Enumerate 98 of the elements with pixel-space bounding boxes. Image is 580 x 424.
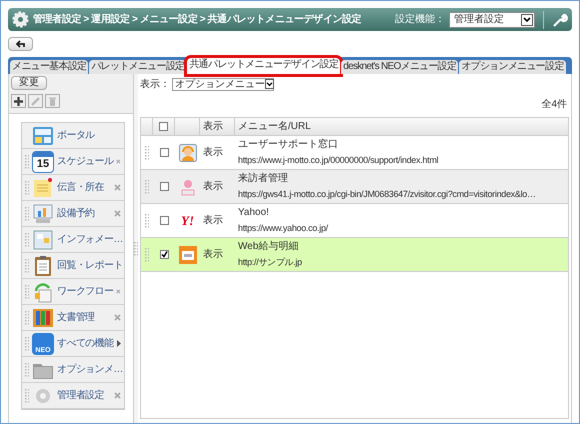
drag-handle-icon[interactable] [145, 214, 149, 228]
checkbox[interactable] [160, 148, 168, 157]
delete-button[interactable] [45, 94, 60, 108]
menu-url: http://サンプル.jp [238, 256, 302, 270]
workflow-icon [32, 280, 54, 302]
drag-handle-icon[interactable] [145, 180, 149, 194]
visibility-cell-text: 表示 [202, 180, 224, 194]
filter-select[interactable]: オプションメニュー [172, 78, 274, 90]
back-arrow-icon [16, 40, 26, 48]
function-select[interactable]: 管理者設定 [449, 12, 535, 28]
close-icon[interactable] [116, 158, 121, 165]
browser-window-icon [178, 246, 196, 264]
close-icon[interactable] [116, 288, 121, 295]
back-button[interactable] [8, 37, 33, 51]
dashboard-icon [32, 124, 54, 146]
drag-handle-icon[interactable] [134, 242, 138, 256]
menu-item-label: 管理者設定 [57, 388, 106, 403]
menu-item[interactable]: 回覧・レポート [22, 253, 124, 279]
close-icon[interactable] [114, 392, 121, 399]
bulletin-board-icon [32, 228, 54, 250]
table-row[interactable]: 表示 ユーザーサポート窓口 https://www.j-motto.co.jp/00000000/support/index.html [141, 136, 568, 170]
drag-handle-icon[interactable] [25, 154, 29, 168]
wrench-icon[interactable] [552, 12, 568, 28]
tab[interactable]: desknet's NEOメニュー設定 [341, 60, 458, 74]
drag-handle-icon[interactable] [25, 180, 29, 194]
check-icon [160, 251, 168, 258]
breadcrumb: 管理者設定 > 運用設定 > メニュー設定 > 共通パレットメニューデザイン設定 [33, 12, 362, 27]
menu-item[interactable]: ワークフロー [22, 279, 124, 305]
close-icon[interactable] [114, 210, 121, 217]
drag-handle-icon[interactable] [25, 258, 29, 272]
menu-item[interactable]: 文書管理 [22, 305, 124, 331]
select-all-checkbox[interactable] [159, 122, 168, 131]
pencil-icon [31, 96, 40, 106]
drag-handle-icon[interactable] [145, 248, 149, 262]
menu-name: Web給与明細 [238, 240, 300, 254]
menu-item[interactable]: オプションメ… [22, 357, 124, 383]
checkbox[interactable] [160, 216, 168, 225]
menu-item-label: 文書管理 [57, 310, 96, 325]
item-count: 全4件 [541, 98, 567, 112]
menu-url: https://www.j-motto.co.jp/00000000/support/index.html [238, 154, 438, 168]
drag-handle-icon[interactable] [25, 388, 29, 402]
menu-item-label: ポータル [57, 129, 96, 143]
menu-item[interactable]: 15 スケジュール [22, 149, 124, 175]
trash-icon [48, 96, 57, 106]
visibility-cell-text: 表示 [202, 214, 224, 228]
menu-item[interactable]: 管理者設定 [22, 383, 124, 409]
tab[interactable]: 共通パレットメニューデザイン設定 [187, 58, 340, 74]
tab[interactable]: メニュー基本設定 [10, 60, 88, 74]
add-button[interactable] [11, 94, 26, 108]
plus-icon [14, 96, 23, 106]
drag-handle-icon[interactable] [25, 206, 29, 220]
menu-name: Yahoo! [238, 206, 270, 220]
visibility-cell-text: 表示 [202, 248, 224, 262]
drag-handle-icon[interactable] [145, 146, 149, 160]
menu-item[interactable]: 設備予約 [22, 201, 124, 227]
menu-item-label: 伝言・所在 [57, 180, 106, 195]
drag-handle-icon[interactable] [25, 336, 29, 350]
calendar-icon: 15 [32, 150, 54, 172]
close-icon[interactable] [114, 184, 121, 191]
logo-icon: Y! [178, 214, 196, 227]
drag-handle-icon[interactable] [25, 232, 29, 246]
menu-item-label: インフォメー… [57, 233, 123, 247]
checkbox[interactable] [160, 250, 168, 259]
menu-item[interactable]: 伝言・所在 [22, 175, 124, 201]
clipboard-icon [32, 254, 54, 276]
menu-item-label: 回覧・レポート [57, 259, 123, 273]
close-icon[interactable] [114, 314, 121, 321]
column-header: メニュー名/URL [237, 120, 311, 134]
table-row[interactable]: 表示 Web給与明細 http://サンプル.jp [141, 238, 568, 272]
checkbox[interactable] [160, 182, 168, 191]
menu-url: https://gws41.j-motto.co.jp/cgi-bin/JM0683647/zvisitor.cgi?cmd=visitorindex&lo… [238, 188, 536, 202]
menu-item-label: 設備予約 [57, 206, 96, 221]
drag-handle-icon[interactable] [25, 284, 29, 298]
caret-icon[interactable] [117, 340, 121, 347]
receptionist-icon [178, 178, 196, 196]
table-row[interactable]: 表示 来訪者管理 https://gws41.j-motto.co.jp/cgi-bin/JM0683647/zvisitor.cgi?cmd=visitorindex&lo… [141, 170, 568, 204]
tab[interactable]: パレットメニュー設定 [89, 60, 186, 74]
menu-item-label: オプションメ… [57, 362, 123, 377]
drag-handle-icon[interactable] [25, 362, 29, 376]
binders-icon [32, 306, 54, 328]
menu-item-label: ワークフロー [57, 285, 114, 299]
function-label: 設定機能： [395, 12, 445, 27]
gear-icon [12, 11, 29, 28]
menu-item[interactable]: ポータル [22, 123, 124, 149]
change-button[interactable]: 変更 [11, 76, 47, 90]
menu-item[interactable]: インフォメー… [22, 227, 124, 253]
presentation-icon [32, 202, 54, 224]
menu-name: 来訪者管理 [238, 172, 289, 186]
filter-label: 表示： [140, 78, 170, 92]
menu-item-label: すべての機能 [57, 336, 114, 351]
notepad-icon [32, 176, 54, 198]
menu-name: ユーザーサポート窓口 [238, 138, 339, 152]
menu-item-label: スケジュール [57, 155, 114, 169]
menu-url: https://www.yahoo.co.jp/ [238, 222, 328, 236]
tab[interactable]: オプションメニュー設定 [459, 60, 566, 74]
drag-handle-icon[interactable] [25, 310, 29, 324]
visibility-cell-text: 表示 [202, 146, 224, 160]
support-agent-icon [178, 144, 196, 162]
